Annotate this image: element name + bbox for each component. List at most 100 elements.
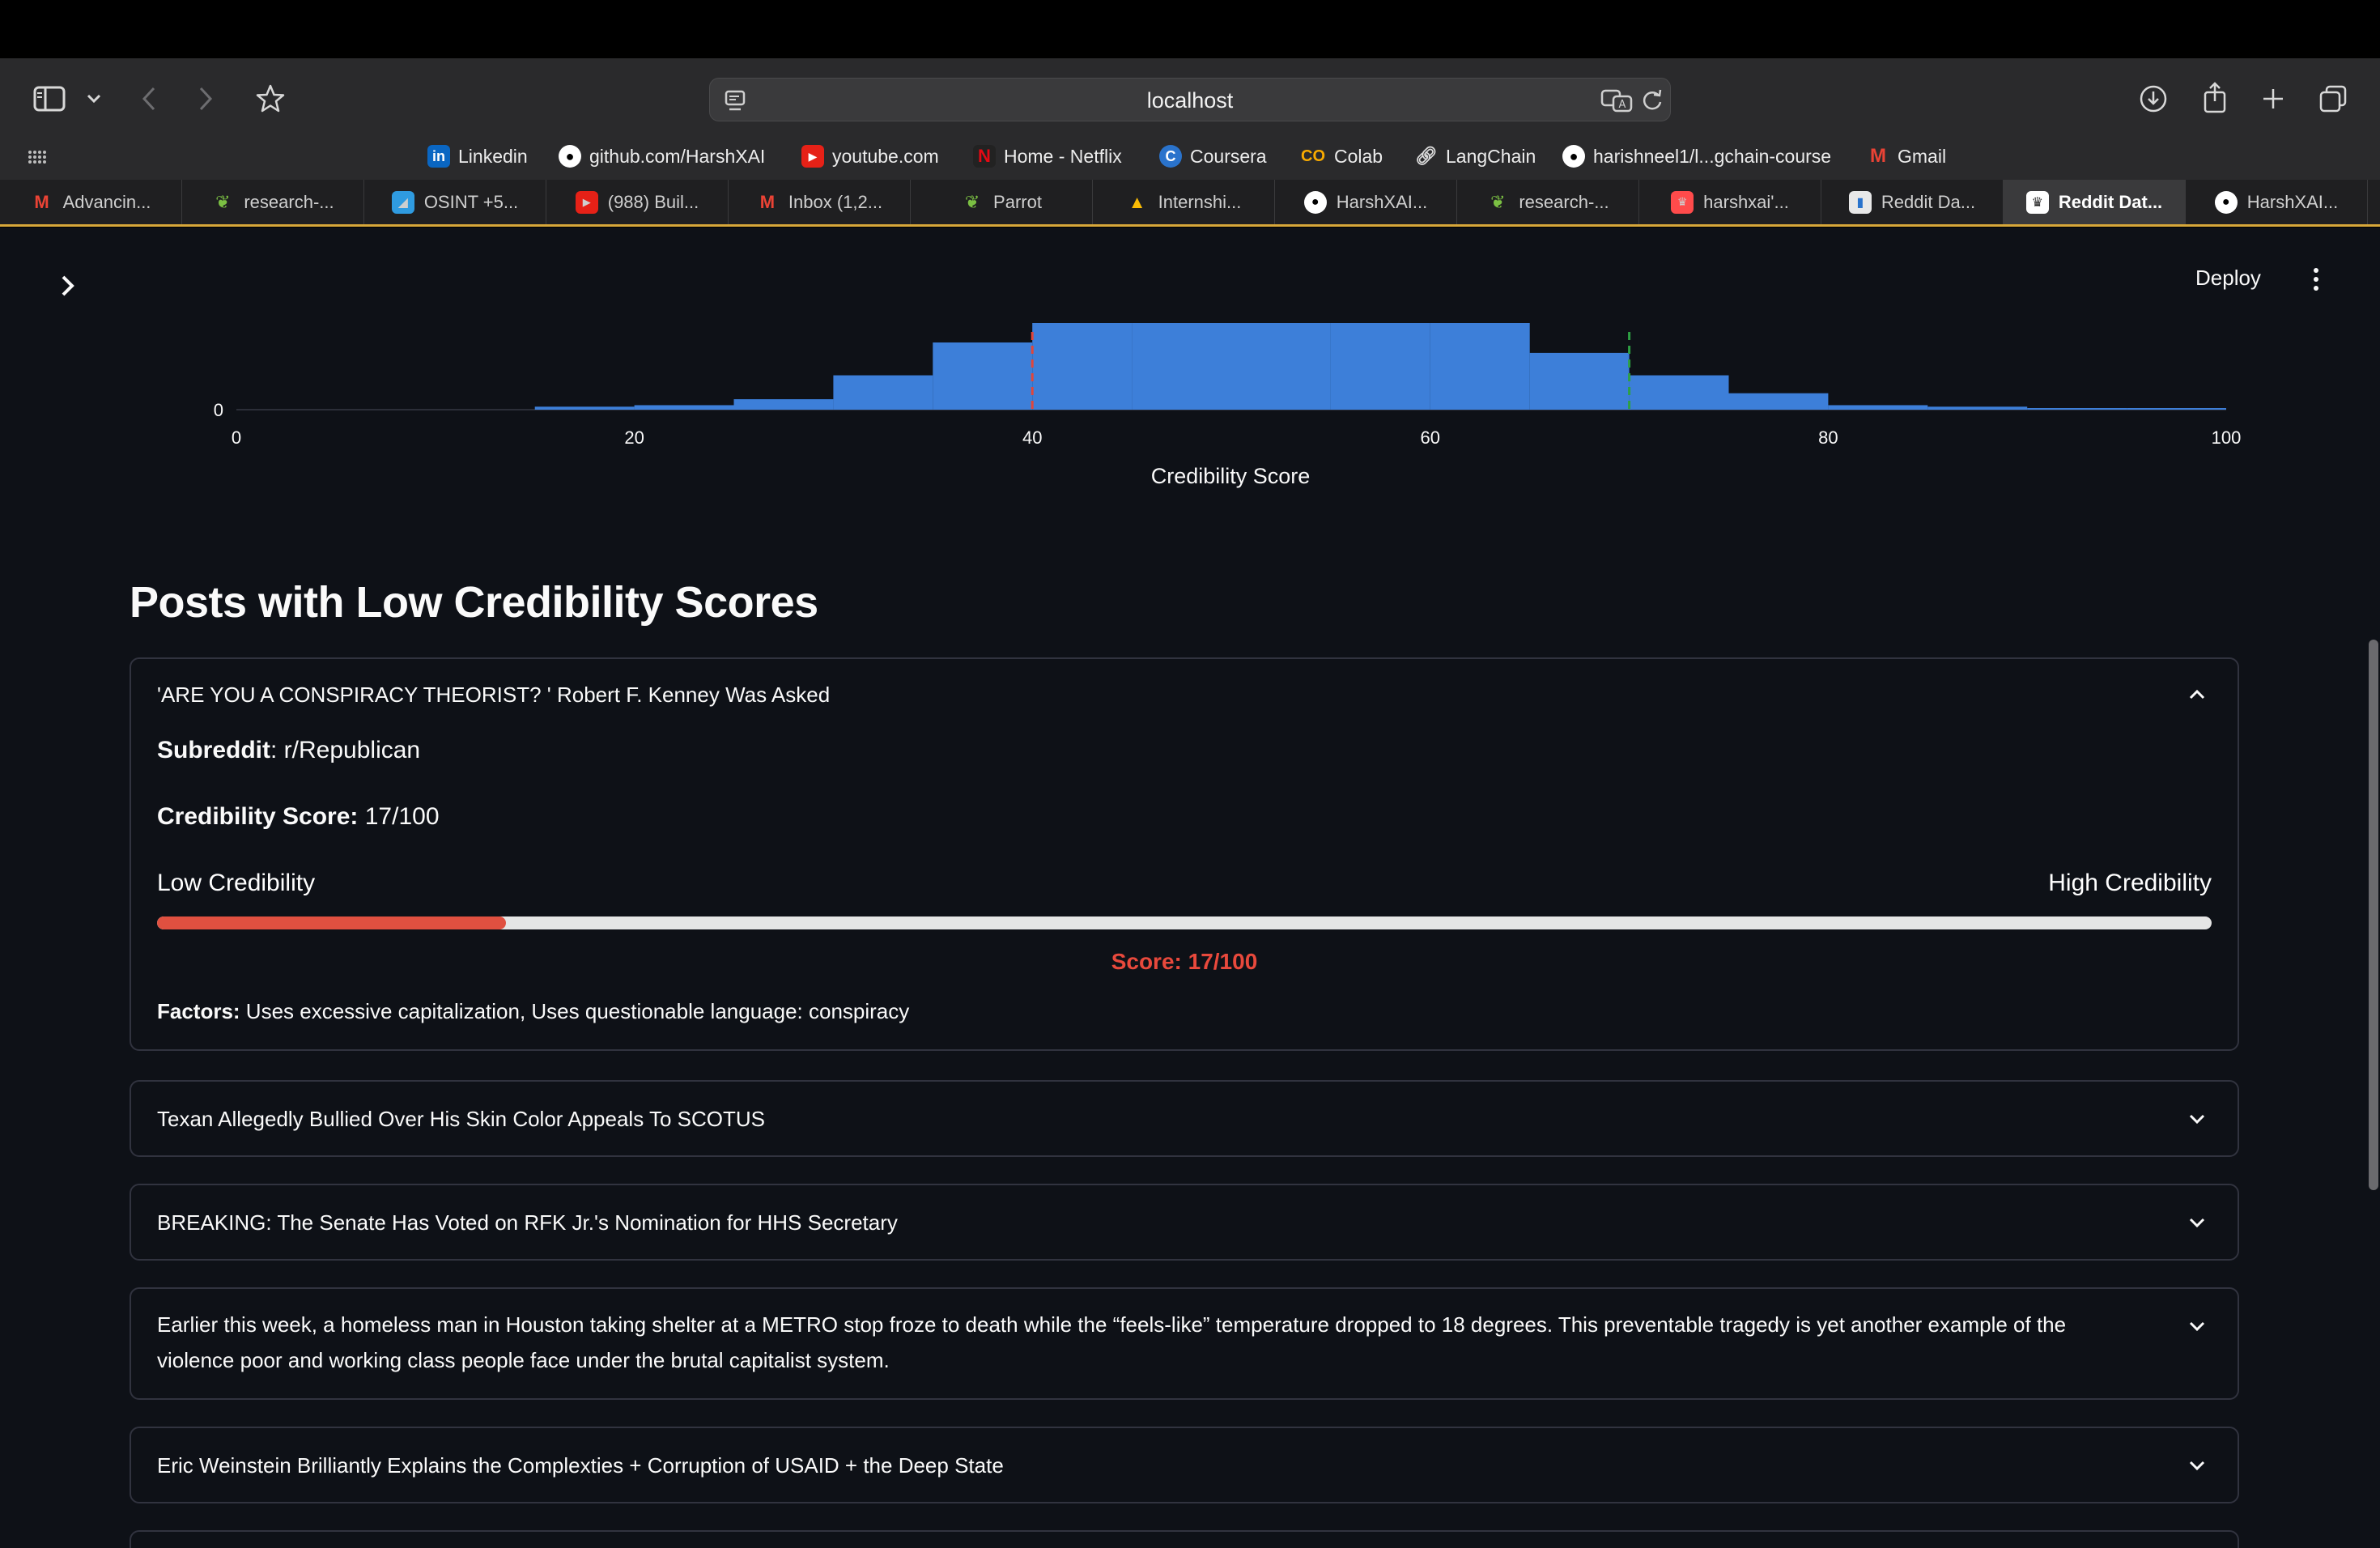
- credibility-bar-fill: [157, 916, 507, 929]
- post-title[interactable]: Eric Weinstein Brilliantly Explains the …: [157, 1448, 1004, 1483]
- subreddit-row: Subreddit: r/Republican: [157, 737, 420, 764]
- tab-strip: M Advancin... ❦ research-... ◢ OSINT +5... …: [0, 180, 2380, 227]
- tab-label: Inbox (1,2...: [788, 191, 883, 212]
- histogram-bar: [733, 399, 834, 410]
- gmail-icon: M: [34, 191, 49, 212]
- post-expander[interactable]: Earlier this week, a homeless man in Hou…: [130, 1287, 2239, 1400]
- streamlit-icon: ♛: [1671, 190, 1694, 214]
- sidebar-toggle-icon[interactable]: [31, 83, 68, 115]
- tab-label: research-...: [1519, 191, 1609, 212]
- apps-grid-icon[interactable]: [26, 146, 49, 168]
- tab-label: Reddit Dat...: [2058, 191, 2163, 212]
- bookmark-langchain[interactable]: 🔗︎ LangChain: [1415, 138, 1536, 175]
- browser-toolbar: localhost A in Linkedin ● github.com/Har…: [0, 58, 2380, 180]
- chevron-down-icon[interactable]: [84, 89, 104, 108]
- bookmark-label: harishneel1/l...gchain-course: [1593, 145, 1832, 167]
- bookmark-label: Colab: [1334, 145, 1383, 167]
- linkedin-icon: in: [427, 145, 450, 168]
- bookmark-github[interactable]: ● github.com/HarshXAI: [559, 138, 765, 175]
- bookmark-label: Gmail: [1898, 145, 1947, 167]
- browser-tab[interactable]: M Advancin...: [0, 180, 182, 224]
- bookmark-linkedin[interactable]: in Linkedin: [427, 138, 528, 175]
- forward-icon[interactable]: [193, 83, 219, 115]
- star-icon[interactable]: [253, 81, 288, 117]
- browser-tab[interactable]: ▶ (988) Buil...: [546, 180, 729, 224]
- tab-label: OSINT +5...: [423, 191, 519, 212]
- link-icon: 🔗︎: [1415, 146, 1438, 166]
- browser-tab[interactable]: M Inbox (1,2...: [729, 180, 911, 224]
- score-value: 17/100: [358, 803, 440, 830]
- x-tick-label: 40: [1022, 427, 1042, 448]
- bookmark-label: LangChain: [1446, 145, 1536, 167]
- tab-label: HarshXAI...: [2246, 191, 2339, 212]
- post-expander: 'ARE YOU A CONSPIRACY THEORIST? ' Robert…: [130, 657, 2239, 1051]
- github-icon: ●: [559, 145, 581, 168]
- bookmark-label: github.com/HarshXAI: [589, 145, 766, 167]
- parrot-icon: ❦: [1490, 191, 1506, 212]
- new-tab-icon[interactable]: [2257, 83, 2289, 115]
- chevron-down-icon[interactable]: [2186, 1211, 2208, 1234]
- credibility-histogram: 0 20 40 60 80 100 0 Credibility Score: [214, 323, 2241, 488]
- post-expander[interactable]: Texan Allegedly Bullied Over His Skin Co…: [130, 1080, 2239, 1157]
- url-text[interactable]: localhost: [710, 79, 1670, 122]
- score-label: Credibility Score:: [157, 803, 359, 830]
- page-scrollbar[interactable]: [2369, 640, 2378, 1190]
- browser-tab[interactable]: ❦ research-...: [182, 180, 364, 224]
- histogram-bar: [1927, 406, 2028, 410]
- browser-tab[interactable]: ❦ Parrot: [911, 180, 1093, 224]
- browser-tab[interactable]: ▲ Internshi...: [1093, 180, 1275, 224]
- app-main: Deploy 0 20 40 60 80 100 0 Credibility Score Po…: [0, 228, 2380, 1548]
- chevron-down-icon[interactable]: [2186, 1454, 2208, 1477]
- subreddit-value: : r/Republican: [270, 737, 421, 763]
- section-title: Posts with Low Credibility Scores: [130, 578, 818, 627]
- post-title[interactable]: Earlier this week, a homeless man in Hou…: [157, 1307, 2148, 1378]
- github-icon: ●: [2214, 190, 2238, 214]
- reload-icon[interactable]: [1641, 88, 1664, 117]
- browser-tab[interactable]: ▮ Reddit Da...: [1821, 180, 2004, 224]
- score-row: Credibility Score: 17/100: [157, 803, 440, 831]
- chevron-down-icon[interactable]: [2186, 1315, 2208, 1337]
- post-title[interactable]: 'ARE YOU A CONSPIRACY THEORIST? ' Robert…: [157, 677, 830, 712]
- bookmark-harishneel[interactable]: ● harishneel1/l...gchain-course: [1562, 138, 1831, 175]
- bookmark-netflix[interactable]: N Home - Netflix: [973, 138, 1122, 175]
- bookmark-gmail[interactable]: M Gmail: [1867, 138, 1946, 175]
- post-expander[interactable]: Eric Weinstein Brilliantly Explains the …: [130, 1427, 2239, 1503]
- post-title[interactable]: Texan Allegedly Bullied Over His Skin Co…: [157, 1101, 765, 1137]
- chevron-up-icon[interactable]: [2186, 683, 2208, 706]
- tab-label: Parrot: [993, 191, 1042, 212]
- tab-overview-icon[interactable]: [2317, 83, 2349, 115]
- browser-tab[interactable]: ◢ OSINT +5...: [364, 180, 546, 224]
- chevron-down-icon[interactable]: [2186, 1108, 2208, 1130]
- score-text: Score: 17/100: [1111, 949, 1258, 974]
- histogram-bar: [1529, 352, 1630, 410]
- histogram-bar: [833, 375, 933, 410]
- bookmark-coursera[interactable]: C Coursera: [1159, 138, 1267, 175]
- high-credibility-label: High Credibility: [2048, 870, 2212, 896]
- credibility-scale-labels: Low Credibility High Credibility: [157, 870, 2212, 902]
- browser-tab[interactable]: ♛ harshxai'...: [1639, 180, 1821, 224]
- browser-tab[interactable]: ❦ research-...: [1457, 180, 1639, 224]
- streamlit-icon: ♛: [2025, 190, 2049, 214]
- browser-tab-active[interactable]: ♛ Reddit Dat...: [2004, 180, 2186, 224]
- browser-tab[interactable]: ● HarshXAI...: [1275, 180, 1457, 224]
- browser-tab[interactable]: ● HarshXAI...: [2186, 180, 2368, 224]
- chart-icon: ▮: [1848, 190, 1872, 214]
- tab-label: Internshi...: [1158, 191, 1242, 212]
- share-icon[interactable]: [2199, 79, 2231, 115]
- bookmark-youtube[interactable]: ▶ youtube.com: [801, 138, 939, 175]
- histogram-bar: [2127, 408, 2226, 410]
- post-expander[interactable]: [130, 1530, 2239, 1548]
- address-bar[interactable]: localhost A: [709, 78, 1671, 121]
- post-expander[interactable]: BREAKING: The Senate Has Voted on RFK Jr…: [130, 1184, 2239, 1261]
- tab-label: Advancin...: [62, 191, 151, 212]
- bookmark-colab[interactable]: CO Colab: [1300, 138, 1383, 175]
- translate-icon[interactable]: A: [1600, 88, 1633, 117]
- gmail-icon: M: [759, 191, 776, 212]
- download-icon[interactable]: [2137, 83, 2170, 115]
- back-icon[interactable]: [136, 83, 162, 115]
- histogram-bar: [634, 405, 734, 410]
- post-title[interactable]: BREAKING: The Senate Has Voted on RFK Jr…: [157, 1205, 898, 1240]
- netflix-icon: N: [973, 145, 996, 168]
- histogram-bar: [1132, 323, 1231, 410]
- y-tick-label: 0: [214, 400, 223, 420]
